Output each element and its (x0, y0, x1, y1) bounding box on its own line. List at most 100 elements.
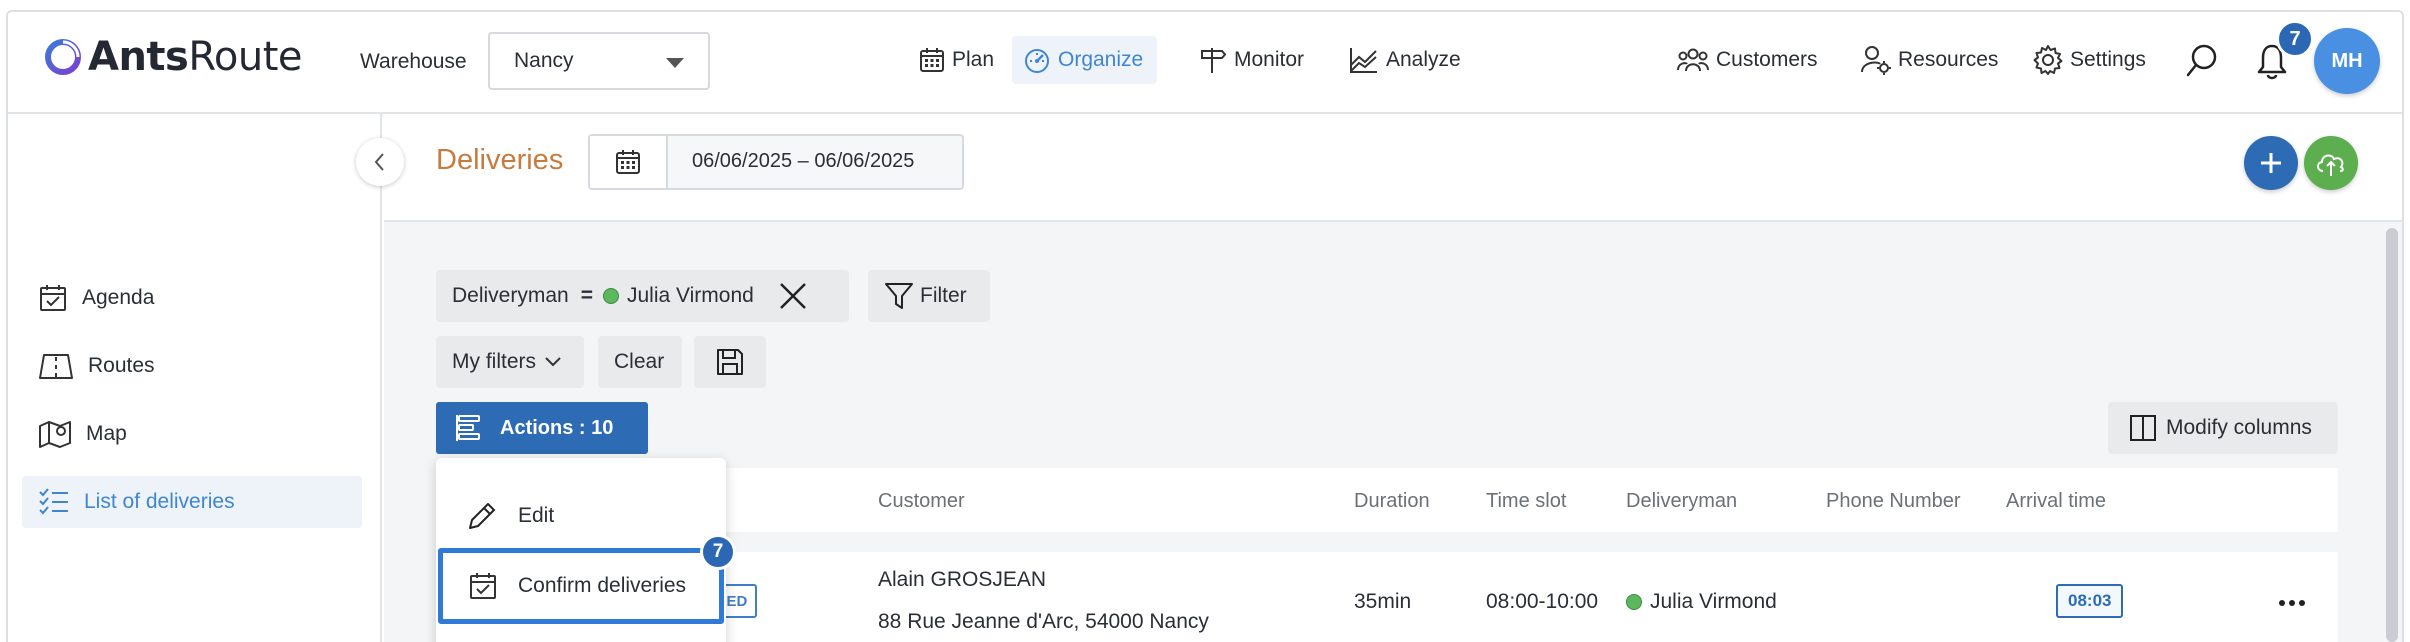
confirm-deliveries-count-badge: 7 (700, 534, 736, 570)
nav-monitor[interactable]: Monitor (1188, 36, 1318, 84)
save-filter-button[interactable] (694, 336, 766, 388)
actions-button-label: Actions : 10 (500, 416, 614, 439)
date-range-value: 06/06/2025 – 06/06/2025 (692, 150, 915, 172)
warehouse-label: Warehouse (360, 50, 467, 73)
sidebar-item-map[interactable]: Map (22, 408, 362, 460)
filter-button[interactable]: Filter (868, 270, 990, 322)
top-navigation-bar: AntsRoute Warehouse Nancy Plan Organize … (8, 12, 2402, 114)
calendar-icon (616, 150, 640, 174)
sidebar-item-list-of-deliveries[interactable]: List of deliveries (22, 476, 362, 528)
row-more-button[interactable] (2272, 588, 2312, 618)
route-icon (39, 354, 73, 379)
time-slot-cell: 08:00-10:00 (1486, 590, 1599, 613)
page-title: Deliveries (436, 144, 564, 176)
arrival-time-badge: 08:03 (2056, 584, 2124, 618)
nav-organize-label: Organize (1058, 48, 1144, 71)
logo-text: AntsRoute (88, 34, 302, 80)
date-range-picker[interactable]: 06/06/2025 – 06/06/2025 (588, 134, 964, 190)
gear-icon (2033, 45, 2063, 75)
user-avatar[interactable]: MH (2314, 28, 2380, 94)
pencil-icon (469, 503, 495, 529)
sidebar-collapse-button[interactable] (356, 138, 404, 186)
funnel-icon (885, 283, 913, 309)
chart-icon (1350, 48, 1377, 73)
vertical-scrollbar[interactable] (2386, 228, 2398, 642)
nav-plan-label: Plan (952, 48, 995, 71)
calendar-icon (920, 48, 944, 72)
add-delivery-button[interactable] (2244, 136, 2298, 190)
menu-item-edit[interactable]: Edit (436, 478, 726, 554)
nav-customers[interactable]: Customers (1666, 36, 1832, 84)
calendar-check-icon (470, 573, 496, 599)
filter-button-label: Filter (920, 284, 967, 307)
align-actions-icon (456, 415, 480, 441)
sidebar-item-agenda-label: Agenda (82, 286, 155, 309)
menu-item-confirm-deliveries[interactable]: Confirm deliveries (438, 548, 724, 624)
my-filters-dropdown[interactable]: My filters (436, 336, 584, 388)
chevron-left-icon (374, 153, 384, 171)
notifications-button[interactable]: 7 (2256, 20, 2314, 84)
search-button[interactable] (2184, 42, 2220, 82)
save-icon (717, 349, 743, 375)
list-check-icon (39, 488, 68, 515)
warehouse-select[interactable]: Nancy (488, 32, 710, 90)
page-header: Deliveries 06/06/2025 – 06/06/2025 (384, 114, 2402, 222)
sidebar-item-agenda[interactable]: Agenda (22, 272, 362, 324)
user-gear-icon (1861, 46, 1891, 75)
clear-filters-label: Clear (614, 350, 665, 373)
customer-name: Alain GROSJEAN (878, 568, 1047, 591)
sidebar-item-map-label: Map (86, 422, 127, 445)
calendar-check-icon (40, 285, 66, 311)
column-header-customer[interactable]: Customer (878, 490, 965, 513)
nav-analyze[interactable]: Analyze (1338, 36, 1475, 84)
duration-cell: 35min (1354, 590, 1412, 613)
close-icon[interactable] (778, 281, 808, 311)
modify-columns-button[interactable]: Modify columns (2108, 402, 2338, 454)
chevron-down-icon (545, 357, 561, 367)
nav-plan[interactable]: Plan (908, 36, 1008, 84)
menu-item-confirm-deliveries-label: Confirm deliveries (518, 574, 687, 597)
nav-customers-label: Customers (1716, 48, 1818, 71)
column-header-time-slot[interactable]: Time slot (1486, 490, 1566, 513)
search-icon (2186, 44, 2217, 77)
column-header-deliveryman[interactable]: Deliveryman (1626, 490, 1737, 513)
sidebar-item-routes[interactable]: Routes (22, 340, 362, 392)
nav-monitor-label: Monitor (1234, 48, 1305, 71)
users-icon (1677, 48, 1709, 72)
caret-down-icon (666, 58, 684, 68)
cloud-upload-icon (2317, 154, 2344, 176)
sidebar: Agenda Routes Map List of deliveries (8, 114, 382, 642)
antsroute-logo-icon (45, 39, 81, 75)
nav-organize[interactable]: Organize (1012, 36, 1158, 84)
map-icon (39, 421, 71, 448)
nav-resources-label: Resources (1898, 48, 1999, 71)
clear-filters-button[interactable]: Clear (598, 336, 682, 388)
modify-columns-label: Modify columns (2166, 416, 2312, 439)
actions-button[interactable]: Actions : 10 (436, 402, 648, 454)
app-window: AntsRoute Warehouse Nancy Plan Organize … (6, 10, 2404, 642)
more-horizontal-icon (2279, 600, 2305, 606)
column-header-phone[interactable]: Phone Number (1826, 490, 1961, 513)
upload-button[interactable] (2304, 136, 2358, 190)
status-dot (1626, 594, 1642, 610)
nav-resources[interactable]: Resources (1850, 36, 2012, 84)
column-header-duration[interactable]: Duration (1354, 490, 1430, 513)
nav-settings-label: Settings (2070, 48, 2146, 71)
column-header-arrival[interactable]: Arrival time (2006, 490, 2106, 513)
filter-chip-value: Julia Virmond (626, 284, 754, 307)
antsroute-logo[interactable]: AntsRoute (42, 34, 302, 80)
sidebar-item-list-of-deliveries-label: List of deliveries (84, 490, 235, 513)
nav-settings[interactable]: Settings (2022, 36, 2160, 84)
deliveryman-filter-chip[interactable]: Deliveryman = Julia Virmond (436, 270, 849, 322)
notification-count-badge: 7 (2276, 20, 2314, 58)
signpost-icon (1201, 48, 1227, 73)
menu-item-edit-label: Edit (518, 504, 555, 527)
actions-menu: Edit Confirm deliveries 7 (436, 458, 736, 642)
deliveryman-name: Julia Virmond (1650, 590, 1777, 613)
filter-chip-operator: = (580, 284, 593, 307)
my-filters-label: My filters (452, 350, 536, 373)
status-dot (602, 288, 619, 304)
customer-address: 88 Rue Jeanne d'Arc, 54000 Nancy (878, 610, 1209, 633)
columns-icon (2130, 415, 2156, 441)
date-picker-button[interactable] (590, 136, 668, 188)
